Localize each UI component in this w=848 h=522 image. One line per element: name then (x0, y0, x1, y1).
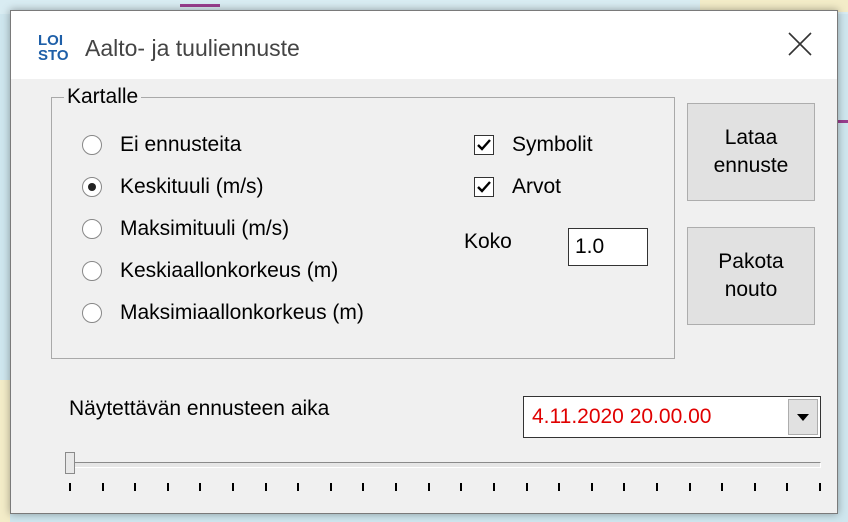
slider-tick (330, 483, 332, 491)
checkbox[interactable] (474, 135, 494, 155)
slider-tick (786, 483, 788, 491)
slider-tick (102, 483, 104, 491)
radio-label: Ei ennusteita (120, 133, 242, 156)
slider-tick (493, 483, 495, 491)
slider-tick (656, 483, 658, 491)
slider-tick (526, 483, 528, 491)
time-slider-ticks (69, 483, 821, 493)
radio-maksimituuli[interactable]: Maksimituuli (m/s) (82, 212, 289, 246)
slider-tick (362, 483, 364, 491)
slider-tick (591, 483, 593, 491)
time-slider-track[interactable] (69, 462, 821, 468)
close-icon (788, 32, 812, 56)
slider-tick (754, 483, 756, 491)
radio-keskituuli[interactable]: Keskituuli (m/s) (82, 170, 264, 204)
time-slider-thumb[interactable] (65, 452, 75, 474)
radio-button[interactable] (82, 135, 102, 155)
slider-tick (297, 483, 299, 491)
radio-label: Maksimiaallonkorkeus (m) (120, 301, 364, 324)
slider-tick (721, 483, 723, 491)
slider-tick (623, 483, 625, 491)
slider-tick (819, 483, 821, 491)
checkbox-arvot[interactable]: Arvot (474, 170, 561, 204)
radio-ei-ennusteita[interactable]: Ei ennusteita (82, 128, 241, 162)
checkbox-symbolit[interactable]: Symbolit (474, 128, 593, 162)
slider-tick (460, 483, 462, 491)
forecast-time-value: 4.11.2020 20.00.00 (532, 405, 712, 428)
slider-tick (232, 483, 234, 491)
slider-tick (167, 483, 169, 491)
radio-keskiaallonkorkeus[interactable]: Keskiaallonkorkeus (m) (82, 254, 338, 288)
pakota-nouto-button[interactable]: Pakota nouto (687, 227, 815, 325)
forecast-time-select[interactable]: 4.11.2020 20.00.00 (523, 396, 821, 438)
radio-label: Keskituuli (m/s) (120, 175, 264, 198)
kartalle-group: Kartalle Ei ennusteita Keskituuli (m/s) … (51, 84, 675, 359)
radio-button[interactable] (82, 177, 102, 197)
forecast-dialog: LOI STO Aalto- ja tuuliennuste Kartalle … (10, 10, 838, 514)
kartalle-legend: Kartalle (64, 84, 142, 110)
radio-button[interactable] (82, 303, 102, 323)
checkbox-label: Arvot (512, 175, 562, 198)
koko-input[interactable] (568, 228, 648, 266)
window-title: Aalto- ja tuuliennuste (85, 35, 300, 61)
radio-button[interactable] (82, 261, 102, 281)
slider-tick (395, 483, 397, 491)
checkbox[interactable] (474, 177, 494, 197)
koko-label: Koko (464, 230, 512, 253)
checkmark-icon (477, 181, 491, 193)
slider-tick (689, 483, 691, 491)
forecast-time-label: Näytettävän ennusteen aika (69, 397, 330, 420)
radio-button[interactable] (82, 219, 102, 239)
checkmark-icon (477, 139, 491, 151)
chevron-down-icon (797, 414, 809, 421)
radio-label: Maksimituuli (m/s) (120, 217, 290, 240)
lataa-ennuste-button[interactable]: Lataa ennuste (687, 103, 815, 201)
slider-tick (199, 483, 201, 491)
slider-tick (134, 483, 136, 491)
radio-maksimiaallonkorkeus[interactable]: Maksimiaallonkorkeus (m) (82, 296, 364, 330)
loisto-logo: LOI STO (38, 32, 69, 64)
slider-tick (428, 483, 430, 491)
slider-tick (558, 483, 560, 491)
radio-label: Keskiaallonkorkeus (m) (120, 259, 339, 282)
slider-tick (265, 483, 267, 491)
title-bar: LOI STO Aalto- ja tuuliennuste (11, 11, 837, 79)
checkbox-label: Symbolit (512, 133, 593, 156)
close-button[interactable] (773, 21, 827, 67)
dropdown-button[interactable] (788, 399, 818, 435)
slider-tick (69, 483, 71, 491)
